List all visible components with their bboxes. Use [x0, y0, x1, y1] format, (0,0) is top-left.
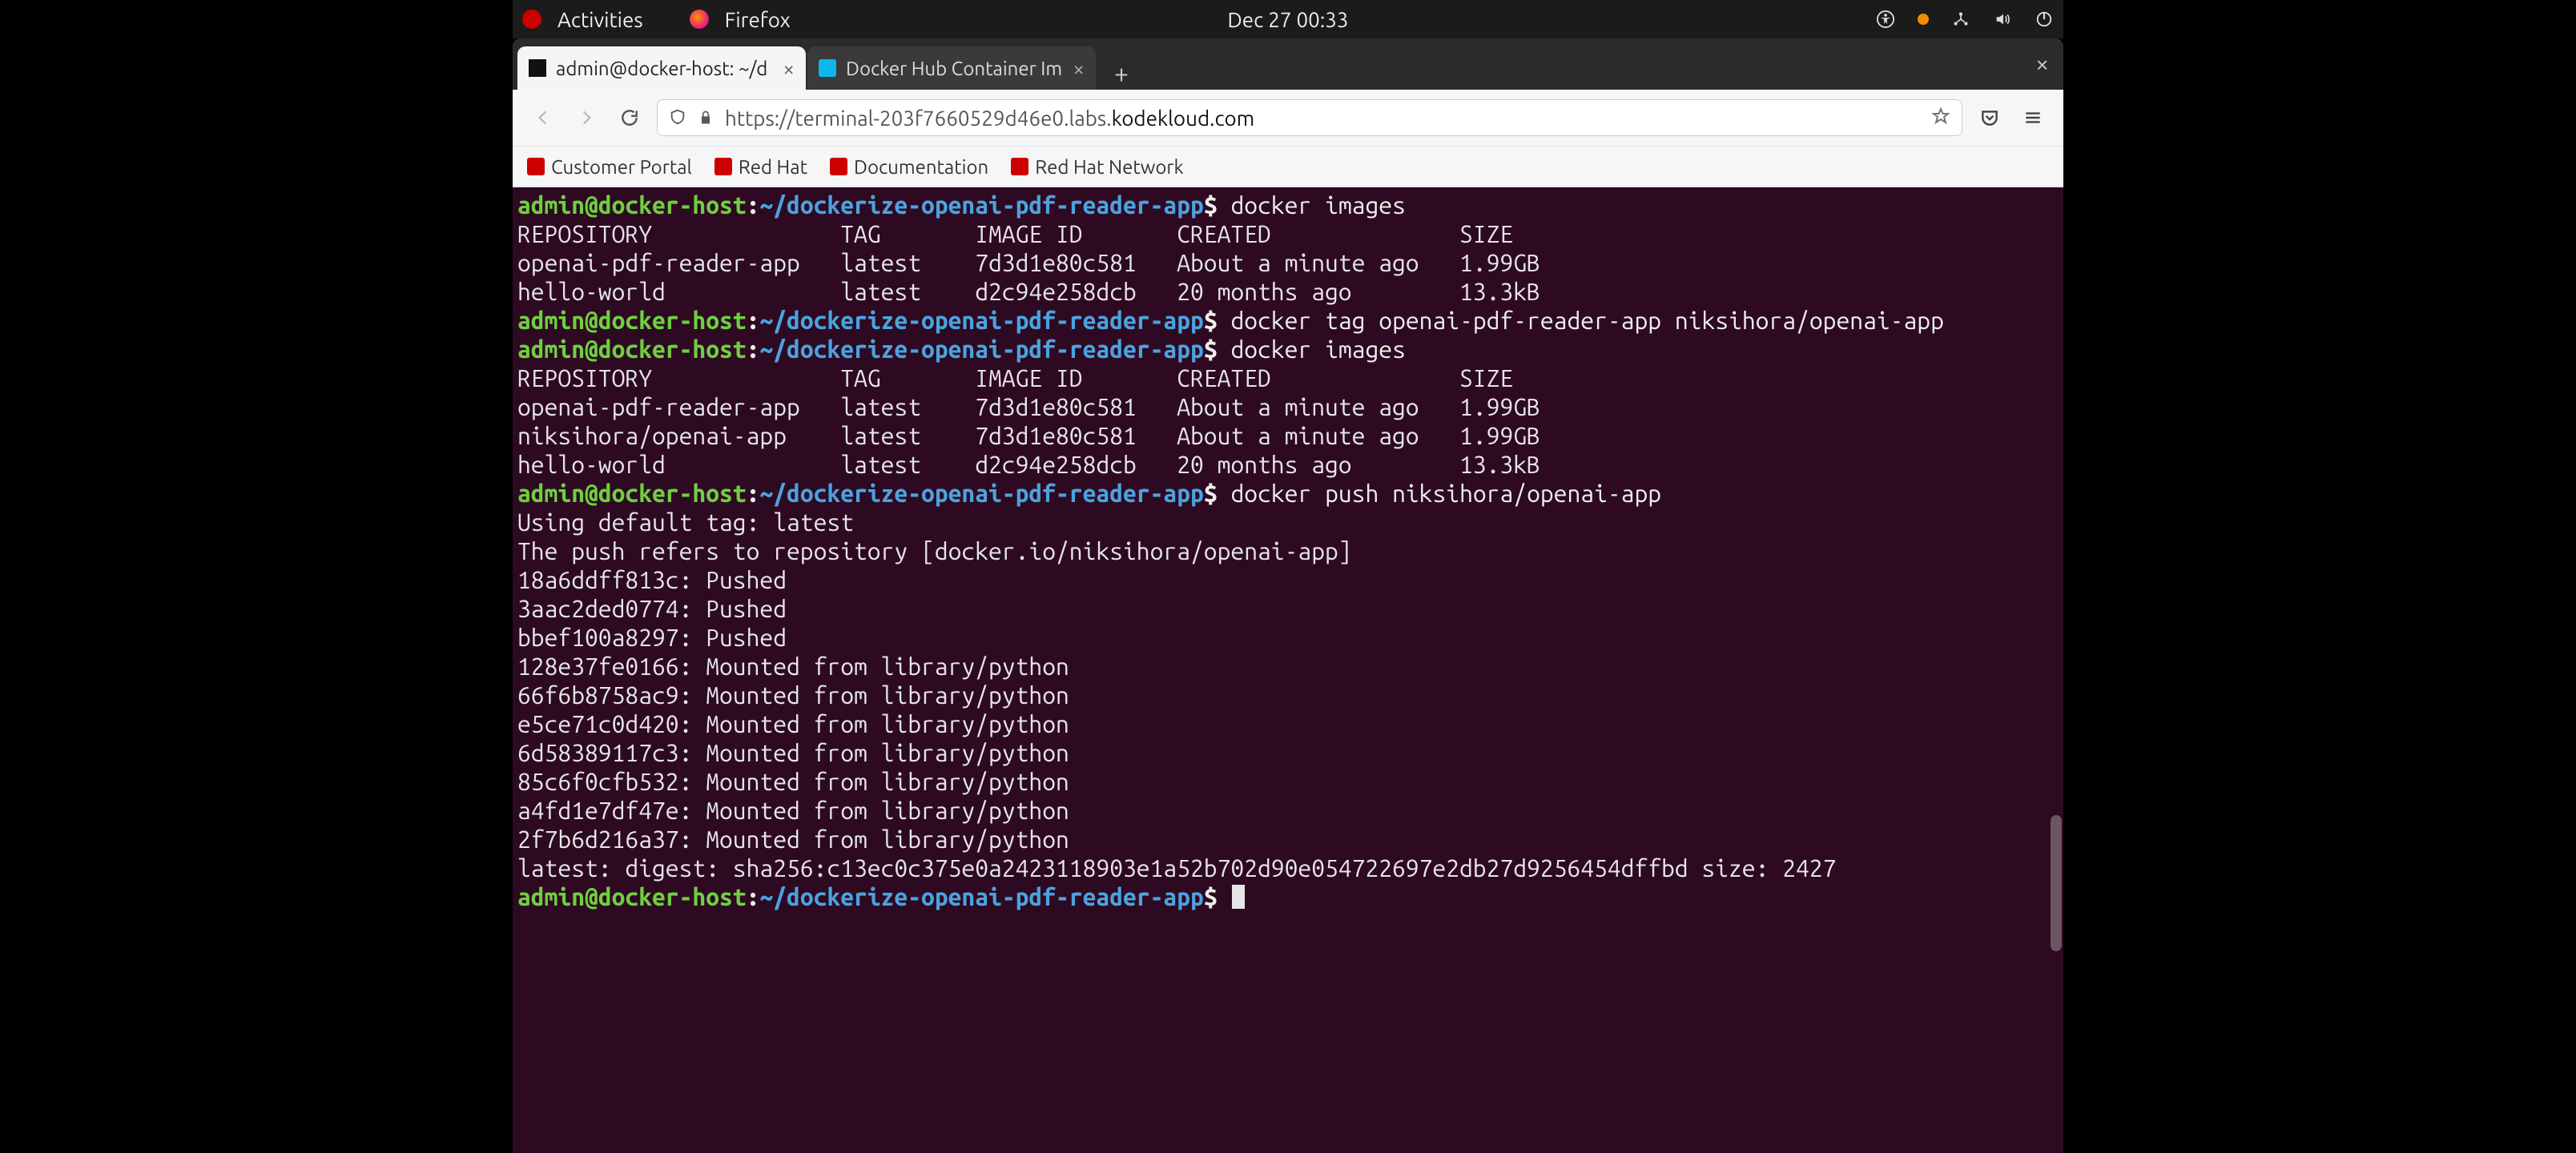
- address-bar: https://terminal-203f7660529d46e0.labs.k…: [513, 90, 2063, 146]
- tab-close-icon[interactable]: ×: [1073, 57, 1085, 80]
- bookmark-documentation[interactable]: Documentation: [830, 156, 988, 178]
- pocket-button[interactable]: [1974, 102, 2006, 134]
- terminal-output-line: REPOSITORY TAG IMAGE ID CREATED SIZE: [517, 364, 2059, 392]
- url-text: https://terminal-203f7660529d46e0.labs.k…: [725, 106, 1254, 130]
- active-app-label[interactable]: Firefox: [725, 8, 791, 31]
- terminal-line: admin@docker-host:~/dockerize-openai-pdf…: [517, 306, 2059, 335]
- terminal-output-line: hello-world latest d2c94e258dcb 20 month…: [517, 450, 2059, 479]
- tab-title: admin@docker-host: ~/d: [556, 58, 767, 79]
- terminal-viewport[interactable]: admin@docker-host:~/dockerize-openai-pdf…: [513, 187, 2063, 1153]
- firefox-icon: [690, 10, 709, 29]
- new-tab-button[interactable]: +: [1105, 58, 1137, 90]
- url-field[interactable]: https://terminal-203f7660529d46e0.labs.k…: [657, 99, 1962, 136]
- bookmark-red-hat-network[interactable]: Red Hat Network: [1011, 156, 1183, 178]
- terminal-output-line: 3aac2ded0774: Pushed: [517, 594, 2059, 623]
- terminal-output-line: The push refers to repository [docker.io…: [517, 536, 2059, 565]
- gnome-topbar: Activities Firefox Dec 27 00:33: [513, 0, 2063, 38]
- window-close-icon[interactable]: ×: [2035, 50, 2049, 77]
- terminal-line: admin@docker-host:~/dockerize-openai-pdf…: [517, 479, 2059, 508]
- bookmarks-bar: Customer Portal Red Hat Documentation Re…: [513, 146, 2063, 187]
- cursor-icon: [1232, 885, 1245, 909]
- tab-terminal[interactable]: admin@docker-host: ~/d ×: [517, 46, 806, 90]
- app-menu-button[interactable]: [2017, 102, 2049, 134]
- activities-button[interactable]: Activities: [557, 8, 643, 31]
- terminal-output-line: 2f7b6d216a37: Mounted from library/pytho…: [517, 825, 2059, 854]
- clock[interactable]: Dec 27 00:33: [1227, 8, 1348, 31]
- redhat-icon: [1011, 158, 1028, 175]
- lock-icon: [698, 106, 714, 130]
- notification-dot-icon[interactable]: [1918, 14, 1929, 25]
- terminal-output-line: e5ce71c0d420: Mounted from library/pytho…: [517, 709, 2059, 738]
- network-icon[interactable]: [1951, 10, 1970, 29]
- terminal-output-line: 128e37fe0166: Mounted from library/pytho…: [517, 652, 2059, 681]
- terminal-favicon-icon: [529, 59, 546, 77]
- terminal-output-line: 6d58389117c3: Mounted from library/pytho…: [517, 738, 2059, 767]
- terminal-output-line: openai-pdf-reader-app latest 7d3d1e80c58…: [517, 248, 2059, 277]
- terminal-output-line: 85c6f0cfb532: Mounted from library/pytho…: [517, 767, 2059, 796]
- tab-dockerhub[interactable]: Docker Hub Container Im ×: [807, 46, 1096, 90]
- accessibility-icon[interactable]: [1876, 10, 1895, 29]
- terminal-scrollbar[interactable]: [2051, 815, 2062, 951]
- terminal-output-line: Using default tag: latest: [517, 508, 2059, 536]
- terminal-output-line: bbef100a8297: Pushed: [517, 623, 2059, 652]
- terminal-output-line: hello-world latest d2c94e258dcb 20 month…: [517, 277, 2059, 306]
- bookmark-star-icon[interactable]: [1931, 106, 1950, 130]
- reload-button[interactable]: [614, 102, 646, 134]
- power-icon[interactable]: [2035, 10, 2054, 29]
- terminal-output-line: 18a6ddff813c: Pushed: [517, 565, 2059, 594]
- terminal-output-line: openai-pdf-reader-app latest 7d3d1e80c58…: [517, 392, 2059, 421]
- tracking-shield-icon[interactable]: [669, 106, 686, 130]
- terminal-line: admin@docker-host:~/dockerize-openai-pdf…: [517, 335, 2059, 364]
- terminal-line: admin@docker-host:~/dockerize-openai-pdf…: [517, 191, 2059, 219]
- firefox-window: admin@docker-host: ~/d × Docker Hub Cont…: [513, 38, 2063, 1153]
- redhat-icon: [714, 158, 732, 175]
- bookmark-customer-portal[interactable]: Customer Portal: [527, 156, 692, 178]
- terminal-output-line: 66f6b8758ac9: Mounted from library/pytho…: [517, 681, 2059, 709]
- forward-button[interactable]: [570, 102, 602, 134]
- volume-icon[interactable]: [1993, 10, 2012, 29]
- terminal-output-line: REPOSITORY TAG IMAGE ID CREATED SIZE: [517, 219, 2059, 248]
- tab-close-icon[interactable]: ×: [783, 57, 795, 80]
- terminal-output-line: a4fd1e7df47e: Mounted from library/pytho…: [517, 796, 2059, 825]
- tab-strip: admin@docker-host: ~/d × Docker Hub Cont…: [513, 38, 2063, 90]
- back-button[interactable]: [527, 102, 559, 134]
- redhat-logo-icon: [522, 10, 541, 29]
- redhat-icon: [527, 158, 545, 175]
- dockerhub-favicon-icon: [819, 59, 836, 77]
- bookmark-red-hat[interactable]: Red Hat: [714, 156, 807, 178]
- terminal-output-line: niksihora/openai-app latest 7d3d1e80c581…: [517, 421, 2059, 450]
- terminal-line: admin@docker-host:~/dockerize-openai-pdf…: [517, 882, 2059, 911]
- tab-title: Docker Hub Container Im: [846, 58, 1062, 79]
- redhat-icon: [830, 158, 847, 175]
- terminal-output-line: latest: digest: sha256:c13ec0c375e0a2423…: [517, 854, 2059, 882]
